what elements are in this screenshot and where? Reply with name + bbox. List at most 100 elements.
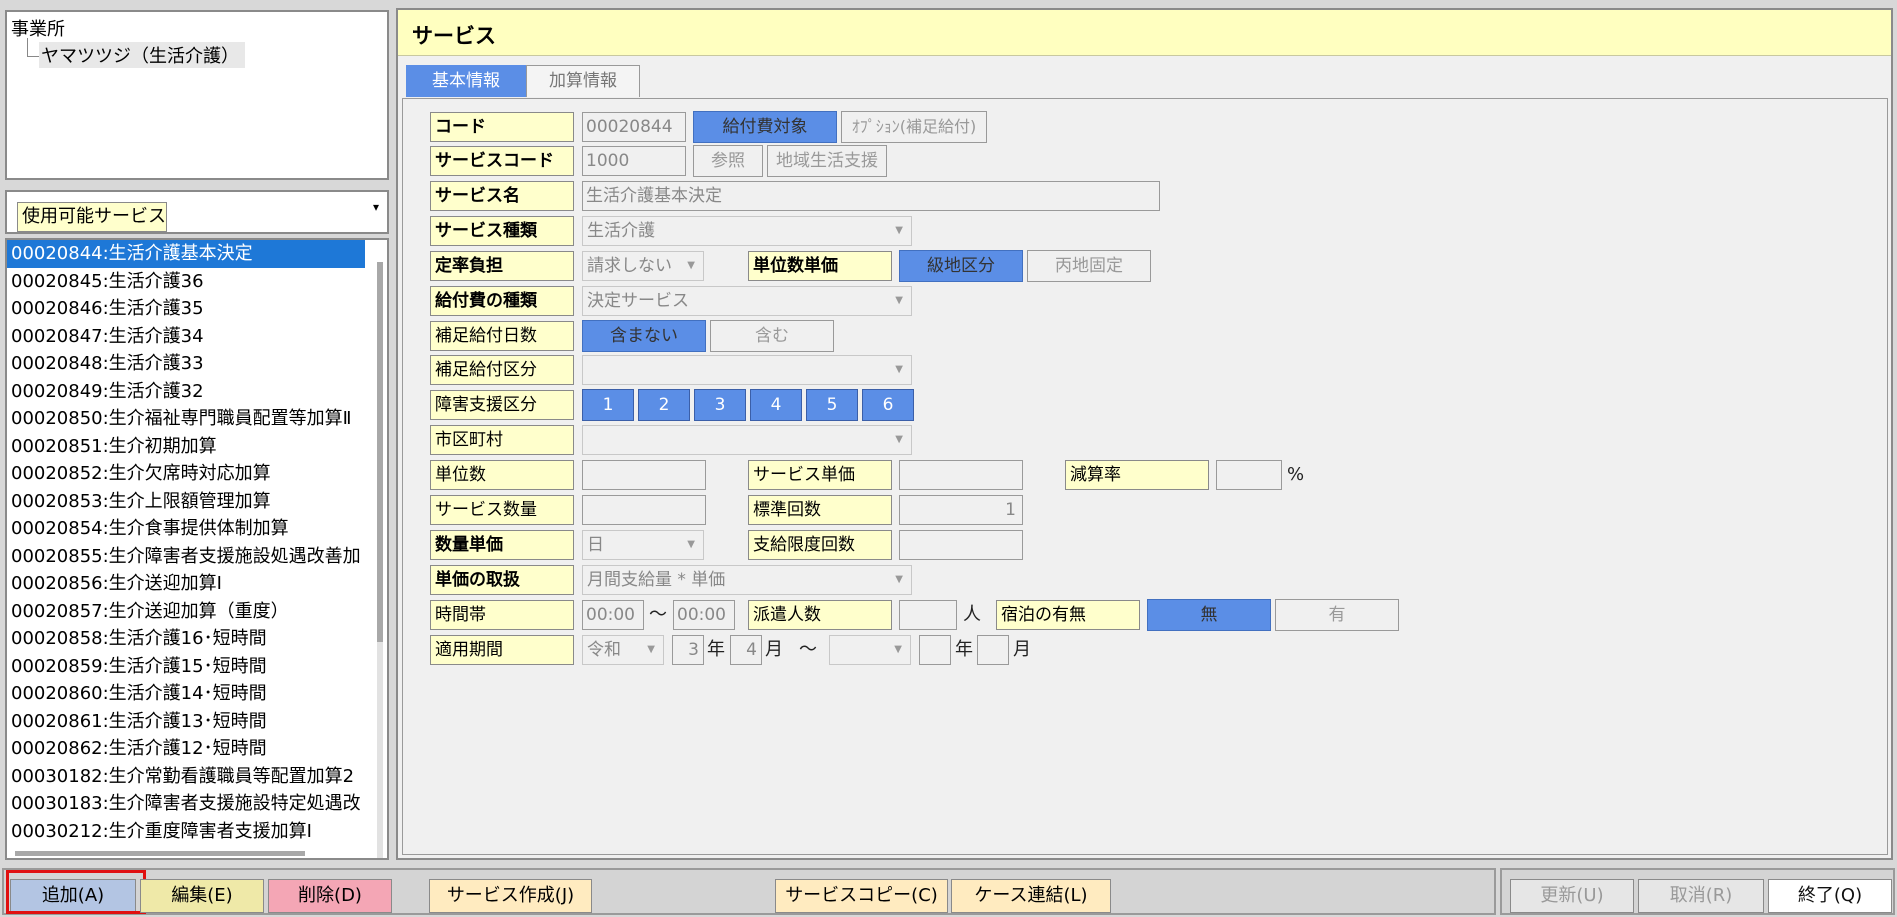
- service-list-items: 00020844:生活介護基本決定 00020845:生活介護36 00020846…: [7, 240, 387, 845]
- units-field[interactable]: [582, 460, 706, 490]
- service-list-item[interactable]: 00020844:生活介護基本決定: [7, 240, 365, 268]
- service-list-item[interactable]: 00020849:生活介護32: [7, 378, 365, 406]
- overnight-none-button[interactable]: 無: [1147, 599, 1271, 631]
- period-end-era-select[interactable]: ▼: [829, 635, 911, 665]
- chevron-down-icon[interactable]: ▼: [895, 426, 903, 454]
- period-end-month-field[interactable]: [977, 635, 1009, 665]
- chevron-down-icon[interactable]: ▼: [895, 217, 903, 245]
- disability-level-6-button[interactable]: 6: [862, 389, 914, 421]
- edit-button[interactable]: 編集(E): [140, 879, 264, 913]
- quantity-unit-select[interactable]: 日 ▼: [582, 530, 704, 560]
- disability-level-4-button[interactable]: 4: [750, 389, 802, 421]
- delete-button[interactable]: 削除(D): [268, 879, 392, 913]
- service-list-item[interactable]: 00030182:生介常勤看護職員等配置加算2: [7, 763, 365, 791]
- time-to-field[interactable]: 00:00: [673, 600, 735, 630]
- month-text: 月: [765, 639, 783, 660]
- service-list-item[interactable]: 00020862:生活介護12･短時間: [7, 735, 365, 763]
- service-list-item[interactable]: 00020848:生活介護33: [7, 350, 365, 378]
- municipality-select[interactable]: ▼: [582, 425, 912, 455]
- dispatch-count-field[interactable]: [899, 600, 957, 630]
- time-from-field[interactable]: 00:00: [582, 600, 644, 630]
- benefit-target-button[interactable]: 給付費対象: [693, 111, 837, 143]
- service-list-item[interactable]: 00020857:生介送迎加算（重度）: [7, 598, 365, 626]
- tree-item-office[interactable]: ヤマツツジ（生活介護）: [39, 42, 245, 68]
- service-list-item[interactable]: 00020852:生介欠席時対応加算: [7, 460, 365, 488]
- service-list-item[interactable]: 00020851:生介初期加算: [7, 433, 365, 461]
- service-quantity-field[interactable]: [582, 495, 706, 525]
- service-name-field[interactable]: 生活介護基本決定: [582, 181, 1160, 211]
- disability-level-3-button[interactable]: 3: [694, 389, 746, 421]
- grade-area-button[interactable]: 級地区分: [899, 250, 1023, 282]
- left-action-group: 追加(A) 編集(E) 削除(D) サービス作成(J) サービスコピー(C) ケ…: [2, 868, 1496, 915]
- disability-level-1-button[interactable]: 1: [582, 389, 634, 421]
- service-detail-panel: サービス 基本情報 加算情報 コード 00020844 給付費対象 ｵﾌﾟｼｮﾝ…: [396, 8, 1893, 860]
- chevron-down-icon[interactable]: ▼: [647, 636, 655, 664]
- tab-basic-info[interactable]: 基本情報: [406, 65, 526, 97]
- cancel-button[interactable]: 取消(R): [1638, 879, 1764, 913]
- tab-content: コード 00020844 給付費対象 ｵﾌﾟｼｮﾝ(補足給付) サービスコード …: [402, 98, 1888, 855]
- hei-fixed-button[interactable]: 丙地固定: [1027, 250, 1151, 282]
- service-list-item[interactable]: 00030212:生介重度障害者支援加算Ⅰ: [7, 818, 365, 846]
- end-month-text: 月: [1013, 639, 1031, 660]
- fixed-rate-select[interactable]: 請求しない ▼: [582, 251, 704, 281]
- supplementary-class-select[interactable]: ▼: [582, 355, 912, 385]
- vertical-scrollbar-thumb[interactable]: [377, 262, 383, 642]
- period-start-month-field[interactable]: 4: [730, 635, 762, 665]
- service-list-item[interactable]: 00020854:生介食事提供体制加算: [7, 515, 365, 543]
- chevron-down-icon[interactable]: ▼: [894, 636, 902, 664]
- tab-addition-info[interactable]: 加算情報: [526, 65, 640, 97]
- code-field[interactable]: 00020844: [582, 112, 686, 142]
- case-link-button[interactable]: ケース連結(L): [951, 879, 1111, 913]
- period-start-era-value: 令和: [587, 640, 621, 660]
- service-list-item[interactable]: 00020846:生活介護35: [7, 295, 365, 323]
- chevron-down-icon[interactable]: ▼: [687, 252, 695, 280]
- service-list-item[interactable]: 00020847:生活介護34: [7, 323, 365, 351]
- copy-service-button[interactable]: サービスコピー(C): [775, 879, 948, 913]
- create-service-button[interactable]: サービス作成(J): [429, 879, 592, 913]
- chevron-down-icon[interactable]: ▼: [687, 531, 695, 559]
- period-end-year-field[interactable]: [919, 635, 951, 665]
- service-list-item[interactable]: 00030183:生介障害者支援施設特定処遇改: [7, 790, 365, 818]
- chevron-down-icon[interactable]: ▼: [895, 356, 903, 384]
- reduction-rate-field[interactable]: [1216, 460, 1282, 490]
- service-list-item[interactable]: 00020853:生介上限額管理加算: [7, 488, 365, 516]
- service-list-item[interactable]: 00020861:生活介護13･短時間: [7, 708, 365, 736]
- period-start-era-select[interactable]: 令和 ▼: [582, 635, 664, 665]
- service-code-field[interactable]: 1000: [582, 146, 686, 176]
- payment-limit-field[interactable]: [899, 530, 1023, 560]
- service-list-item[interactable]: 00020855:生介障害者支援施設処遇改善加: [7, 543, 365, 571]
- service-type-select[interactable]: 生活介護 ▼: [582, 216, 912, 246]
- disability-level-2-button[interactable]: 2: [638, 389, 690, 421]
- period-start-year-field[interactable]: 3: [672, 635, 704, 665]
- exit-button[interactable]: 終了(Q): [1768, 879, 1892, 913]
- chevron-down-icon[interactable]: ▼: [895, 566, 903, 594]
- payment-limit-label: 支給限度回数: [748, 530, 892, 560]
- update-button[interactable]: 更新(U): [1510, 879, 1634, 913]
- community-support-button[interactable]: 地域生活支援: [767, 145, 887, 177]
- benefit-type-select[interactable]: 決定サービス ▼: [582, 286, 912, 316]
- chevron-down-icon[interactable]: ▼: [895, 287, 903, 315]
- chevron-down-icon[interactable]: ▾: [373, 200, 379, 214]
- horizontal-scrollbar-thumb[interactable]: [15, 851, 305, 856]
- option-supplementary-button[interactable]: ｵﾌﾟｼｮﾝ(補足給付): [841, 111, 987, 143]
- standard-count-field[interactable]: 1: [899, 495, 1023, 525]
- not-include-button[interactable]: 含まない: [582, 320, 706, 352]
- dispatch-count-label: 派遣人数: [748, 600, 892, 630]
- service-list-item[interactable]: 00020845:生活介護36: [7, 268, 365, 296]
- service-list-item[interactable]: 00020859:生活介護15･短時間: [7, 653, 365, 681]
- service-list[interactable]: 00020844:生活介護基本決定 00020845:生活介護36 00020846…: [5, 238, 389, 860]
- available-services-select[interactable]: 使用可能サービス ▾: [5, 190, 389, 234]
- service-list-item[interactable]: 00020858:生活介護16･短時間: [7, 625, 365, 653]
- service-code-label: サービスコード: [430, 146, 574, 176]
- tree-root[interactable]: 事業所: [11, 15, 65, 41]
- price-handling-select[interactable]: 月間支給量 * 単価 ▼: [582, 565, 912, 595]
- service-list-item[interactable]: 00020850:生介福祉専門職員配置等加算Ⅱ: [7, 405, 365, 433]
- include-button[interactable]: 含む: [710, 320, 834, 352]
- reference-button[interactable]: 参照: [693, 145, 763, 177]
- service-list-item[interactable]: 00020856:生介送迎加算Ⅰ: [7, 570, 365, 598]
- service-list-item[interactable]: 00020860:生活介護14･短時間: [7, 680, 365, 708]
- service-unit-price-field[interactable]: [899, 460, 1023, 490]
- disability-level-5-button[interactable]: 5: [806, 389, 858, 421]
- overnight-exists-button[interactable]: 有: [1275, 599, 1399, 631]
- period-tilde-text: ～: [799, 639, 817, 660]
